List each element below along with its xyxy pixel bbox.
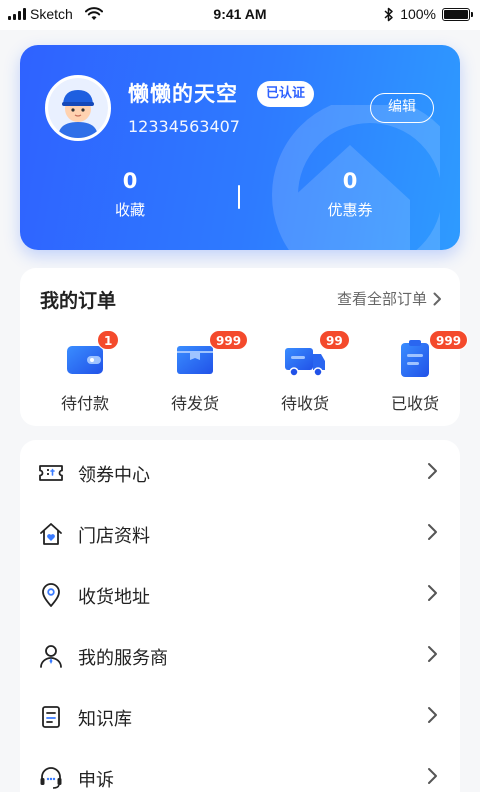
pending-payment-badge: 1 xyxy=(97,330,120,350)
menu-item-label: 我的服务商 xyxy=(78,648,168,669)
status-bar-right: 100% xyxy=(384,6,473,22)
verified-badge: 已认证 xyxy=(257,81,315,107)
chevron-right-icon xyxy=(428,524,437,540)
chevron-right-icon xyxy=(428,707,437,723)
menu-list: 领券中心 门店资料 收货地址 我的服务商 知识库 申诉 xyxy=(20,440,460,800)
chevron-right-icon xyxy=(428,463,437,479)
favorites-label: 收藏 xyxy=(114,201,145,219)
phone-number: 12334563407 xyxy=(128,117,240,136)
pending-receipt-badge: 99 xyxy=(319,330,350,350)
order-received[interactable]: 999 已收货 xyxy=(360,330,470,414)
status-bar: Sketch 9:41 AM 100% xyxy=(0,0,480,30)
order-pending-shipment[interactable]: 999 待发货 xyxy=(140,330,250,414)
pending-payment-label: 待付款 xyxy=(60,394,109,413)
order-pending-receipt[interactable]: 99 待收货 xyxy=(250,330,360,414)
ticket-icon xyxy=(39,465,63,481)
menu-item-label: 申诉 xyxy=(78,770,114,791)
menu-item-label: 领券中心 xyxy=(78,465,150,486)
chevron-right-icon xyxy=(428,585,437,601)
chevron-right-icon xyxy=(428,768,437,784)
coupons-label: 优惠券 xyxy=(327,201,373,219)
menu-item-store-info[interactable]: 门店资料 xyxy=(20,503,460,563)
favorites-count: 0 xyxy=(122,169,138,193)
orders-title: 我的订单 xyxy=(40,290,117,312)
chevron-right-icon xyxy=(428,646,437,662)
received-label: 已收货 xyxy=(390,394,439,413)
pending-shipment-badge: 999 xyxy=(209,330,249,350)
location-pin-icon xyxy=(42,583,60,607)
view-all-orders-label: 查看全部订单 xyxy=(336,290,427,308)
menu-item-label: 门店资料 xyxy=(78,526,150,547)
headset-icon xyxy=(40,767,62,789)
menu-item-label: 知识库 xyxy=(78,709,132,730)
battery-icon xyxy=(442,7,473,21)
orders-card: 我的订单 查看全部订单 1 待付款 999 待发货 99 待收货 999 已收货 xyxy=(20,268,469,426)
bottom-tab-bar[interactable] xyxy=(0,792,480,800)
menu-item-shipping-address[interactable]: 收货地址 xyxy=(20,564,460,624)
avatar-image xyxy=(48,78,108,138)
avatar[interactable] xyxy=(45,75,111,141)
book-icon xyxy=(42,706,60,728)
pending-receipt-label: 待收货 xyxy=(280,394,329,413)
received-badge: 999 xyxy=(429,330,469,350)
order-pending-payment[interactable]: 1 待付款 xyxy=(30,330,140,414)
menu-item-coupon-center[interactable]: 领券中心 xyxy=(20,442,460,502)
coupons-stat[interactable]: 0 优惠券 xyxy=(290,169,410,220)
user-icon xyxy=(40,645,62,668)
coupons-count: 0 xyxy=(342,169,358,193)
menu-item-service-provider[interactable]: 我的服务商 xyxy=(20,625,460,685)
bluetooth-icon xyxy=(384,7,393,21)
menu-item-label: 收货地址 xyxy=(78,587,150,608)
chevron-right-icon xyxy=(433,292,441,305)
edit-profile-button[interactable]: 编辑 xyxy=(370,93,434,123)
view-all-orders-link[interactable]: 查看全部订单 xyxy=(337,288,442,309)
favorites-stat[interactable]: 0 收藏 xyxy=(70,169,190,220)
profile-card: 懒懒的天空 已认证 12334563407 编辑 0 收藏 0 优惠券 xyxy=(20,45,460,250)
pending-shipment-label: 待发货 xyxy=(170,394,219,413)
battery-label: 100% xyxy=(400,6,436,22)
stat-divider xyxy=(238,185,240,209)
username: 懒懒的天空 xyxy=(128,82,238,106)
store-icon xyxy=(40,523,62,545)
menu-item-knowledge-base[interactable]: 知识库 xyxy=(20,686,460,746)
